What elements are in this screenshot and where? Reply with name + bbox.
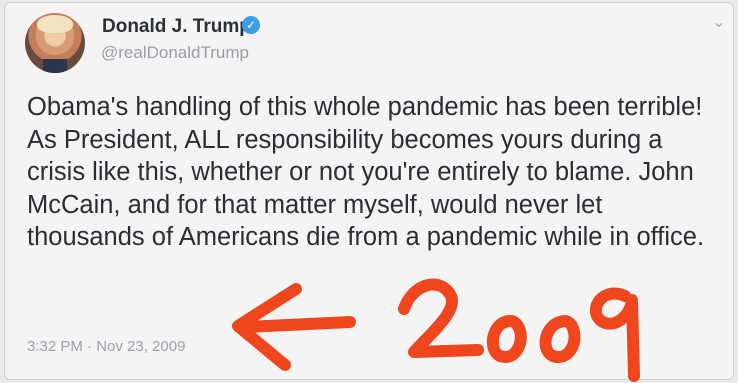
avatar[interactable] bbox=[25, 13, 85, 73]
screenshot-frame: Donald J. Trump ✓ @realDonaldTrump ⌄ Oba… bbox=[0, 0, 738, 383]
author-handle[interactable]: @realDonaldTrump bbox=[101, 43, 249, 63]
tweet-timestamp[interactable]: 3:32 PM · Nov 23, 2009 bbox=[27, 338, 185, 355]
chevron-down-icon[interactable]: ⌄ bbox=[707, 13, 731, 33]
author-name[interactable]: Donald J. Trump bbox=[102, 16, 251, 38]
tweet-text: Obama's handling of this whole pandemic … bbox=[27, 93, 705, 251]
verified-badge-icon: ✓ bbox=[242, 16, 260, 34]
tweet-card[interactable]: Donald J. Trump ✓ @realDonaldTrump ⌄ Oba… bbox=[4, 2, 734, 380]
